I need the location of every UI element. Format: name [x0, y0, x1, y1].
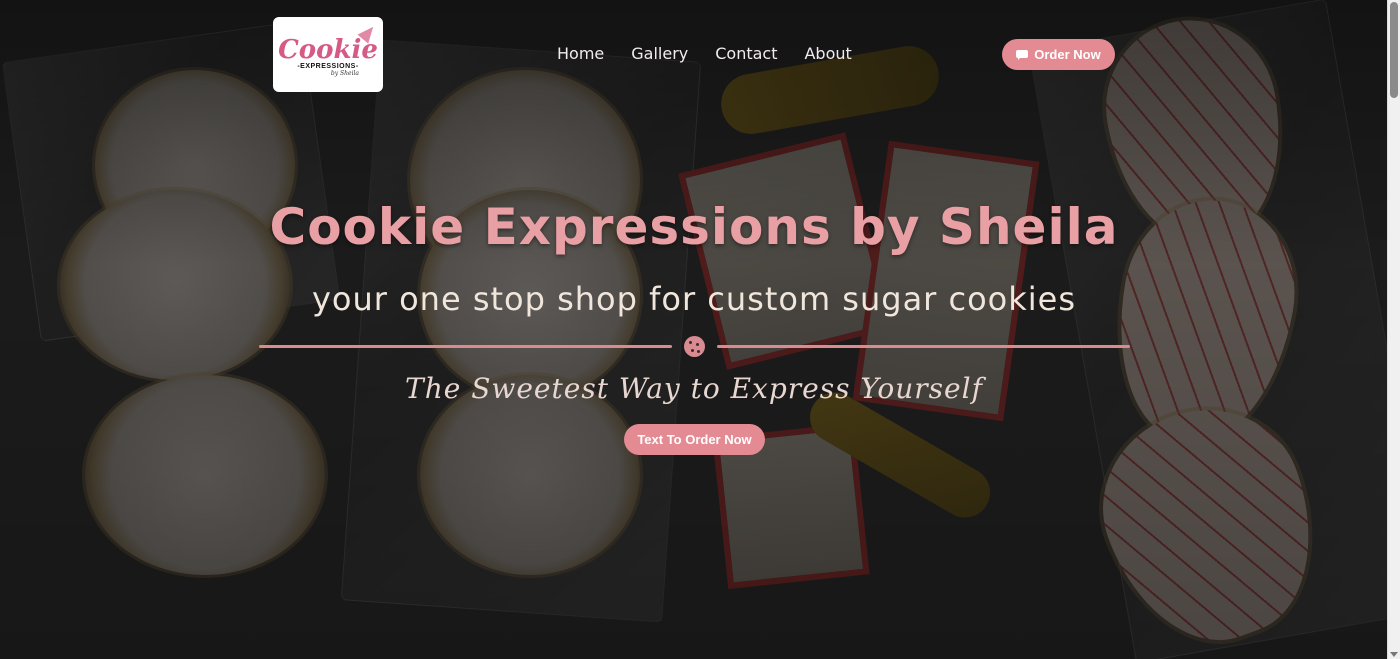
chat-icon	[1016, 49, 1029, 60]
logo-wordmark: Cookie	[278, 34, 378, 65]
order-now-label: Order Now	[1034, 47, 1101, 62]
text-to-order-button[interactable]: Text To Order Now	[624, 424, 765, 455]
page: Cookie -EXPRESSIONS- by Sheila Home Gall…	[0, 0, 1400, 659]
nav-contact[interactable]: Contact	[715, 43, 777, 65]
hero-title: Cookie Expressions by Sheila	[269, 198, 1119, 256]
nav-about[interactable]: About	[804, 43, 851, 65]
hero-subtitle: your one stop shop for custom sugar cook…	[311, 280, 1077, 318]
main-nav: Home Gallery Contact About	[557, 43, 852, 65]
logo-signature: by Sheila	[330, 69, 359, 77]
hero-tagline: The Sweetest Way to Express Yourself	[405, 372, 983, 405]
divider-right	[717, 345, 1130, 348]
nav-gallery[interactable]: Gallery	[631, 43, 688, 65]
nav-home[interactable]: Home	[557, 43, 604, 65]
site-logo[interactable]: Cookie -EXPRESSIONS- by Sheila	[273, 17, 383, 92]
background-overlay	[0, 0, 1400, 659]
divider-left	[259, 345, 672, 348]
page-scrollbar[interactable]	[1387, 0, 1400, 659]
scrollbar-thumb[interactable]	[1390, 2, 1398, 98]
cookie-icon	[684, 336, 705, 357]
scroll-down-arrow-icon[interactable]	[1390, 652, 1398, 657]
logo-subtitle: -EXPRESSIONS-	[297, 62, 359, 70]
order-now-button[interactable]: Order Now	[1002, 39, 1115, 70]
